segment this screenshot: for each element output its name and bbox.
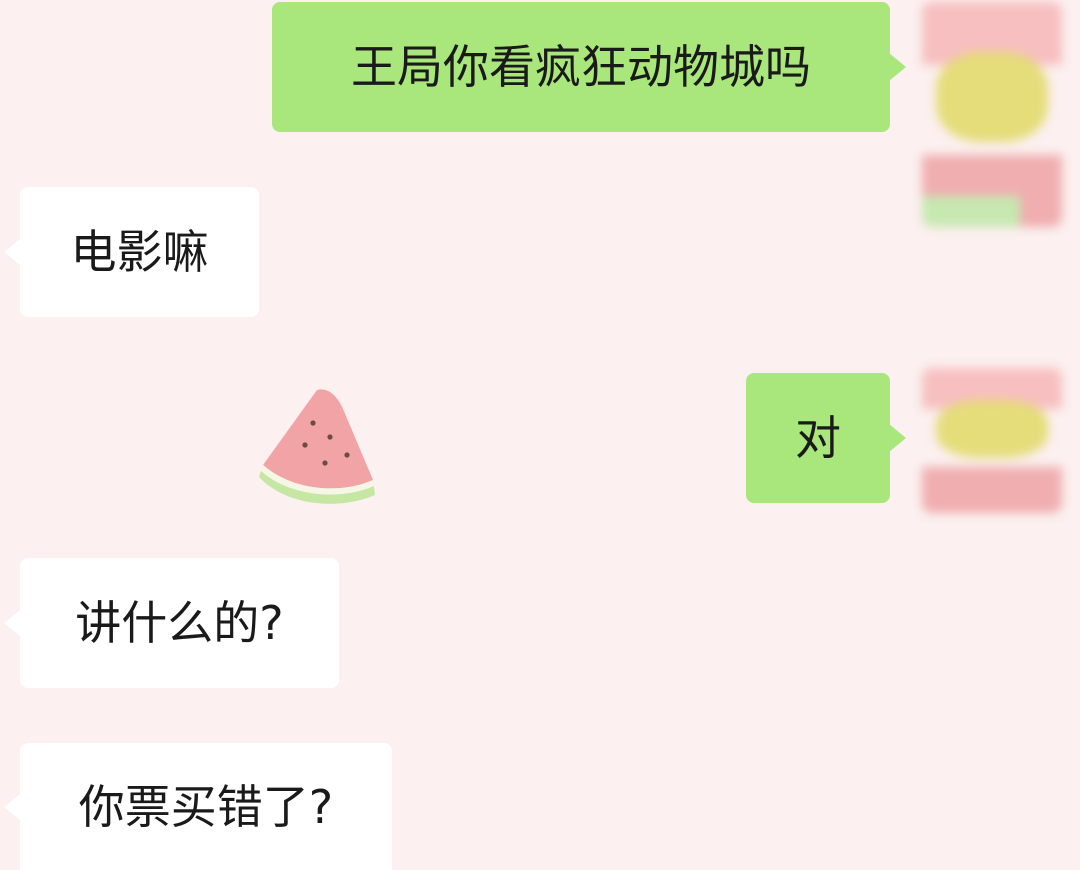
user-avatar[interactable] xyxy=(922,368,1062,513)
chat-window: 王局你看疯狂动物城吗 电影嘛 对 讲什么的? 你票买错了? xyxy=(0,0,1080,870)
message-text: 你票买错了? xyxy=(78,779,334,834)
watermelon-slice-icon xyxy=(259,389,375,504)
outgoing-message-bubble[interactable]: 王局你看疯狂动物城吗 xyxy=(272,2,906,132)
message-text: 电影嘛 xyxy=(70,225,209,279)
user-avatar[interactable] xyxy=(922,2,1062,227)
message-text: 对 xyxy=(795,411,841,465)
message-text: 王局你看疯狂动物城吗 xyxy=(351,40,811,94)
incoming-message-bubble[interactable]: 讲什么的? xyxy=(4,558,339,688)
message-text: 讲什么的? xyxy=(75,596,284,650)
incoming-message-bubble[interactable]: 你票买错了? xyxy=(4,743,392,870)
incoming-message-bubble[interactable]: 电影嘛 xyxy=(4,187,259,317)
outgoing-message-bubble[interactable]: 对 xyxy=(746,373,906,503)
